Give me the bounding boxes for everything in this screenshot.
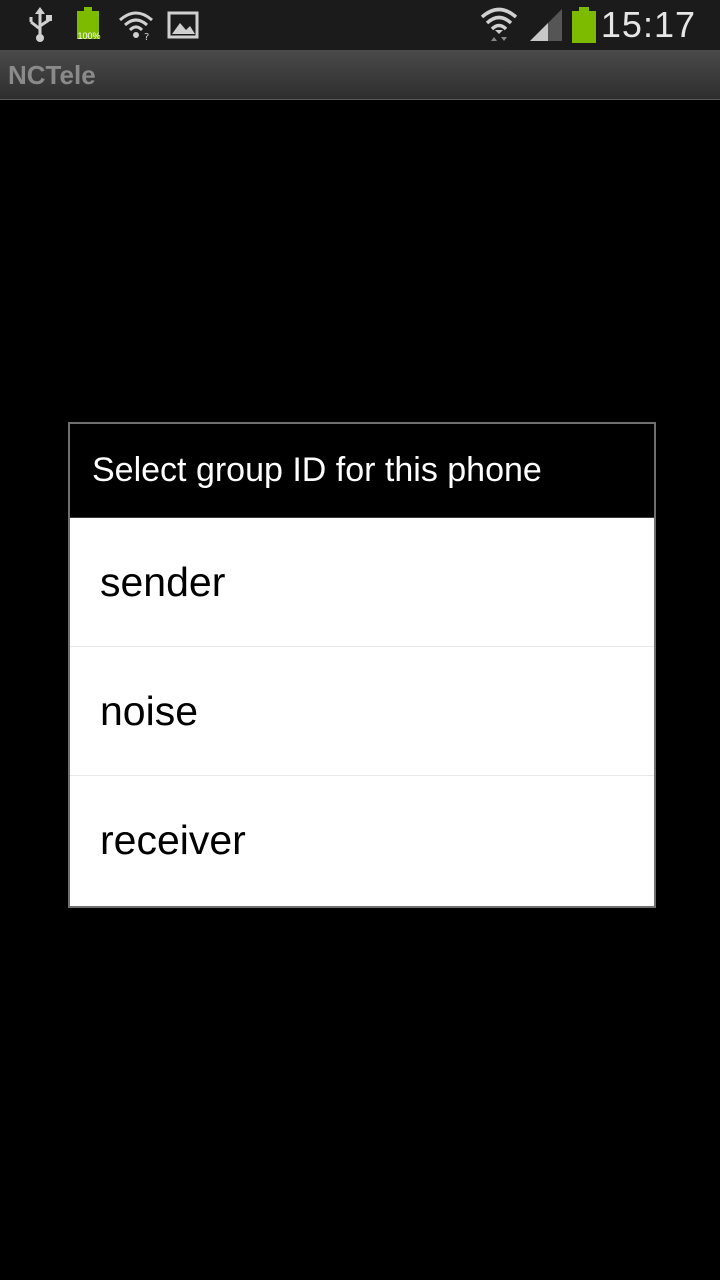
signal-icon xyxy=(528,0,564,50)
battery-percent-label: 100% xyxy=(77,31,101,41)
option-noise[interactable]: noise xyxy=(70,647,654,776)
option-label: sender xyxy=(100,558,226,605)
option-sender[interactable]: sender xyxy=(70,518,654,647)
group-id-dialog: Select group ID for this phone sender no… xyxy=(68,422,656,908)
dialog-header: Select group ID for this phone xyxy=(70,424,654,518)
wifi-icon xyxy=(480,0,518,50)
option-receiver[interactable]: receiver xyxy=(70,776,654,905)
image-icon xyxy=(167,0,199,50)
status-time: 15:17 xyxy=(600,4,696,45)
status-bar: 100% ? 15:17 xyxy=(0,0,720,50)
dialog-title: Select group ID for this phone xyxy=(92,451,542,489)
wifi-alert-icon: ? xyxy=(118,0,154,50)
battery-full-icon: 100% xyxy=(74,0,104,50)
option-label: noise xyxy=(100,687,199,734)
battery-icon xyxy=(570,0,598,50)
app-title: NCTele xyxy=(8,59,96,90)
usb-icon xyxy=(26,0,54,50)
option-label: receiver xyxy=(100,817,246,863)
svg-text:?: ? xyxy=(144,32,149,40)
app-title-bar: NCTele xyxy=(0,50,720,100)
